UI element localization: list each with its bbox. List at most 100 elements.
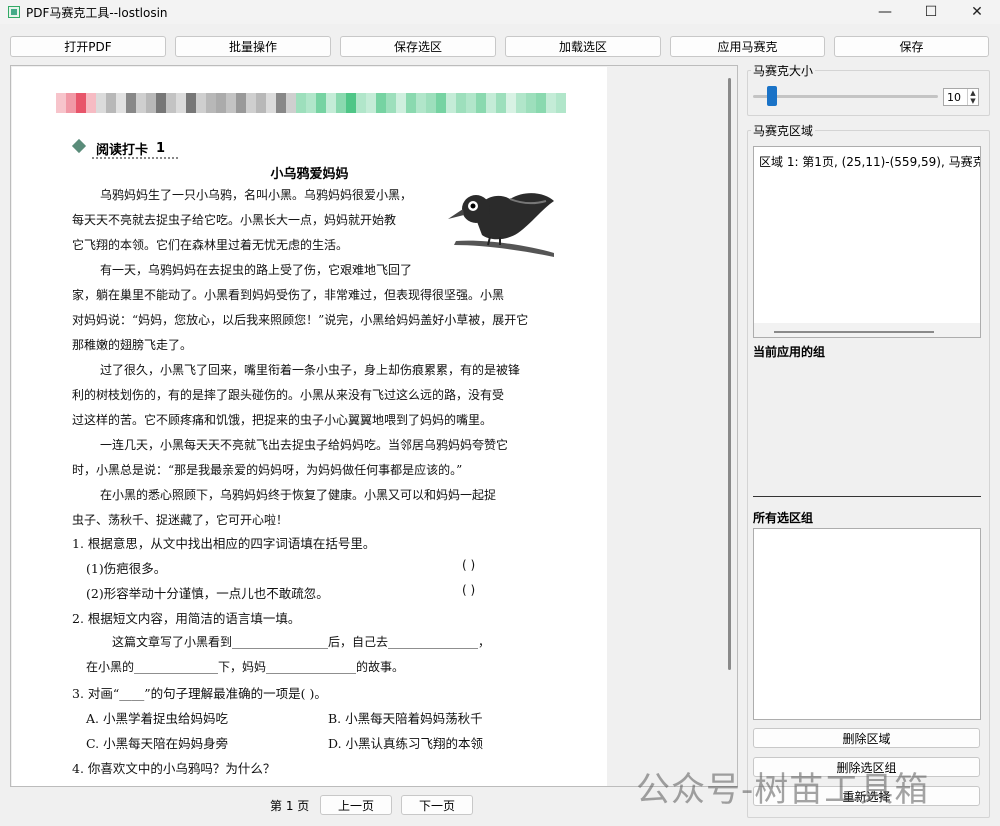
mosaic-block	[86, 93, 96, 113]
mosaic-block	[526, 93, 536, 113]
question-1b: (2)形容举动十分谨慎，一点儿也不敢疏忽。	[86, 586, 329, 601]
region-list[interactable]: 区域 1: 第1页, (25,11)-(559,59), 马赛克大	[753, 146, 981, 338]
mosaic-size-value: 10	[947, 90, 961, 104]
mosaic-block	[376, 93, 386, 113]
mosaic-block	[396, 93, 406, 113]
spin-arrows-icon[interactable]: ▲ ▼	[967, 89, 978, 105]
mosaic-block	[276, 93, 286, 113]
mosaic-block	[426, 93, 436, 113]
mosaic-size-slider-handle[interactable]	[766, 86, 777, 106]
question-2a: 这篇文章写了小黑看到________________后，自己去_________…	[112, 635, 491, 649]
mosaic-block	[76, 93, 86, 113]
mosaic-block	[296, 93, 306, 113]
horizontal-scrollbar[interactable]	[774, 331, 934, 333]
mosaic-block	[116, 93, 126, 113]
horizontal-scrollbar-track[interactable]	[754, 323, 980, 337]
pdf-viewer[interactable]: 阅读打卡 1 小乌鸦爱妈妈 乌鸦妈妈生了一只小乌鸦，名叫小黑。乌鸦妈妈很爱小黑，…	[10, 65, 738, 787]
mosaic-block	[96, 93, 106, 113]
paragraph-line: 时，小黑总是说：“那是我最亲爱的妈妈呀，为妈妈做任何事都是应该的。”	[72, 463, 463, 477]
save-selection-button[interactable]: 保存选区	[340, 36, 496, 57]
heading-underline	[92, 155, 178, 159]
mosaic-block	[556, 93, 566, 113]
mosaic-block	[156, 93, 166, 113]
mosaic-block	[136, 93, 146, 113]
paragraph-line: 过了很久，小黑飞了回来，嘴里衔着一条小虫子，身上却伤痕累累，有的是被锋	[100, 363, 521, 377]
page-indicator: 第 1 页	[270, 799, 310, 813]
mosaic-block	[536, 93, 546, 113]
mosaic-block	[416, 93, 426, 113]
mosaic-block	[306, 93, 316, 113]
mosaic-block	[226, 93, 236, 113]
window-title: PDF马赛克工具--lostlosin	[26, 5, 168, 20]
mosaic-size-slider-track[interactable]	[753, 95, 938, 98]
question-1a: (1)伤疤很多。	[86, 561, 167, 576]
question-3-option-d: D. 小黑认真练习飞翔的本领	[328, 736, 484, 751]
save-button[interactable]: 保存	[834, 36, 989, 57]
paragraph-line: 有一天，乌鸦妈妈在去捉虫的路上受了伤，它艰难地飞回了	[100, 263, 413, 277]
question-2b: 在小黑的______________下，妈妈_______________的故事…	[86, 660, 405, 674]
mosaic-block	[516, 93, 526, 113]
paragraph-line: 过这样的苦。它不顾疼痛和饥饿，把捉来的虫子小心翼翼地喂到了妈妈的嘴里。	[72, 413, 493, 427]
close-icon[interactable]: ✕	[954, 0, 1000, 24]
question-3-option-c: C. 小黑每天陪在妈妈身旁	[86, 736, 229, 751]
mosaic-block	[386, 93, 396, 113]
load-selection-button[interactable]: 加载选区	[505, 36, 661, 57]
mosaic-block	[246, 93, 256, 113]
mosaic-block	[336, 93, 346, 113]
answer-parenthesis: ( )	[462, 583, 476, 597]
mosaic-block	[506, 93, 516, 113]
mosaic-block	[476, 93, 486, 113]
mosaic-block	[456, 93, 466, 113]
paragraph-line: 一连几天，小黑每天天不亮就飞出去捉虫子给妈妈吃。当邻居乌鸦妈妈夸赞它	[100, 438, 509, 452]
mosaic-block	[206, 93, 216, 113]
mosaic-block	[216, 93, 226, 113]
minimize-icon[interactable]: —	[862, 0, 908, 24]
title-bar: PDF马赛克工具--lostlosin — ☐ ✕	[0, 0, 1000, 24]
mosaic-block	[496, 93, 506, 113]
batch-operation-button[interactable]: 批量操作	[175, 36, 331, 57]
mosaic-block	[66, 93, 76, 113]
open-pdf-button[interactable]: 打开PDF	[10, 36, 166, 57]
mosaic-block	[486, 93, 496, 113]
mosaic-block	[176, 93, 186, 113]
paragraph-line: 虫子、荡秋千、捉迷藏了，它可开心啦！	[72, 513, 289, 527]
all-groups-title: 所有选区组	[753, 511, 814, 525]
paragraph-line: 乌鸦妈妈生了一只小乌鸦，名叫小黑。乌鸦妈妈很爱小黑，	[100, 188, 413, 202]
question-3-option-b: B. 小黑每天陪着妈妈荡秋千	[328, 711, 483, 726]
prev-page-button[interactable]: 上一页	[320, 795, 392, 815]
mosaic-block	[546, 93, 556, 113]
mosaic-block	[316, 93, 326, 113]
mosaic-block	[346, 93, 356, 113]
paragraph-line: 利的树枝划伤的，有的是摔了跟头碰伤的。小黑从来没有飞过这么远的路，没有受	[72, 388, 505, 402]
mosaic-size-spinbox[interactable]: 10 ▲ ▼	[943, 88, 979, 106]
vertical-scrollbar[interactable]	[728, 78, 731, 670]
paragraph-line: 每天天不亮就去捉虫子给它吃。小黑长大一点，妈妈就开始教	[72, 213, 397, 227]
delete-region-button[interactable]: 删除区域	[753, 728, 980, 748]
pdf-page[interactable]: 阅读打卡 1 小乌鸦爱妈妈 乌鸦妈妈生了一只小乌鸦，名叫小黑。乌鸦妈妈很爱小黑，…	[12, 67, 607, 786]
applied-group-title: 当前应用的组	[753, 345, 826, 359]
answer-parenthesis: ( )	[462, 558, 476, 572]
mosaic-block	[196, 93, 206, 113]
region-list-item[interactable]: 区域 1: 第1页, (25,11)-(559,59), 马赛克大	[759, 153, 980, 170]
question-3: 3. 对画“____”的句子理解最准确的一项是( )。	[72, 686, 327, 701]
mosaic-block	[436, 93, 446, 113]
maximize-icon[interactable]: ☐	[908, 0, 954, 24]
window-controls: — ☐ ✕	[862, 0, 1000, 24]
toolbar: 打开PDF 批量操作 保存选区 加载选区 应用马赛克 保存	[0, 36, 1000, 58]
mosaic-block	[166, 93, 176, 113]
mosaic-block	[236, 93, 246, 113]
apply-mosaic-button[interactable]: 应用马赛克	[670, 36, 825, 57]
selection-group-list[interactable]	[753, 528, 981, 720]
paragraph-line: 在小黑的悉心照顾下，乌鸦妈妈终于恢复了健康。小黑又可以和妈妈一起捉	[100, 488, 497, 502]
mosaic-block	[256, 93, 266, 113]
divider	[753, 496, 981, 497]
mosaic-block	[146, 93, 156, 113]
mosaic-block	[446, 93, 456, 113]
paragraph-line: 家，躺在巢里不能动了。小黑看到妈妈受伤了，非常难过，但表现得很坚强。小黑	[72, 288, 505, 302]
paragraph-line: 它飞翔的本领。它们在森林里过着无忧无虑的生活。	[72, 238, 349, 252]
next-page-button[interactable]: 下一页	[401, 795, 473, 815]
mosaic-block	[126, 93, 136, 113]
diamond-icon	[71, 138, 87, 154]
mosaic-block	[356, 93, 366, 113]
mosaic-region	[56, 93, 566, 113]
